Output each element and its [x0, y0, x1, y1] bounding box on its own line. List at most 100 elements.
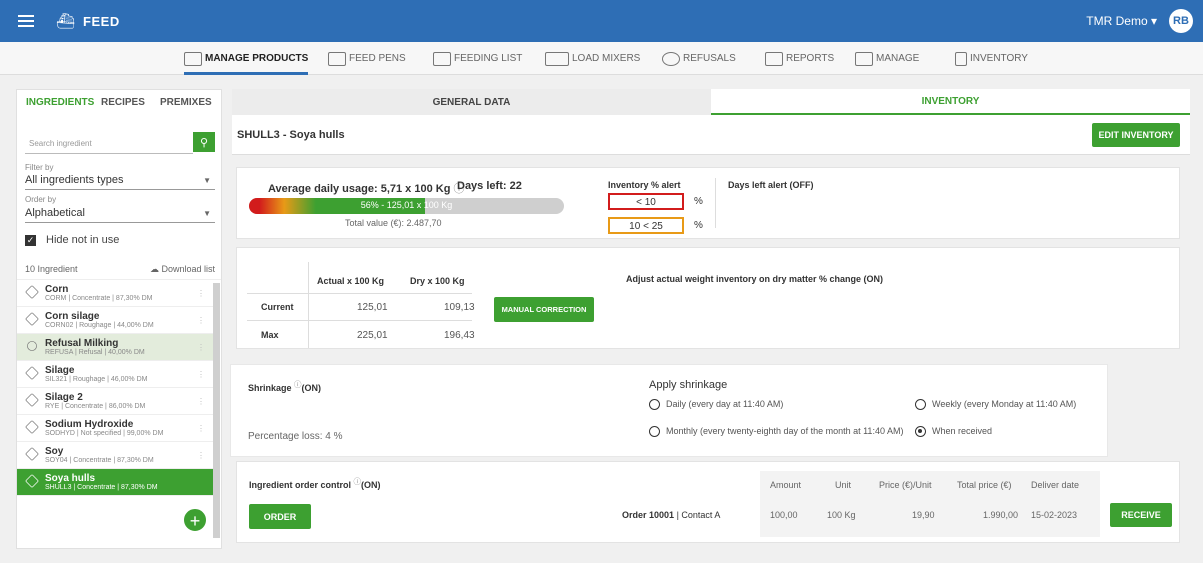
nav-label: LOAD MIXERS — [572, 53, 641, 64]
user-menu[interactable]: TMR Demo ▾ — [1086, 14, 1157, 28]
order-id: Order 10001 | Contact A — [622, 510, 720, 520]
hide-not-in-use-checkbox[interactable]: ✓ Hide not in use — [25, 234, 119, 246]
shrinkage-state: (ON) — [301, 383, 322, 393]
manual-correction-button[interactable]: MANUAL CORRECTION — [494, 297, 594, 322]
list-item-selected[interactable]: Soya hulls SHULL3 | Concentrate | 87,30% … — [17, 469, 213, 496]
list-item[interactable]: Silage SIL321 | Roughage | 46,00% DM ⋮ — [17, 361, 213, 388]
nav-inventory[interactable]: INVENTORY — [955, 42, 1028, 75]
apply-shrinkage-label: Apply shrinkage — [649, 379, 728, 391]
more-icon[interactable]: ⋮ — [197, 451, 205, 460]
adjust-dry-matter-text: Adjust actual weight inventory on dry ma… — [626, 274, 884, 284]
menu-icon[interactable] — [18, 15, 34, 27]
nav-label: INVENTORY — [970, 53, 1028, 64]
products-icon — [184, 51, 202, 66]
radio-icon — [915, 399, 926, 411]
list-item[interactable]: Refusal Milking REFUSA | Refusal | 40,00%… — [17, 334, 213, 361]
ingredient-icon — [25, 366, 39, 380]
item-sub: CORN02 | Roughage | 44,00% DM — [45, 322, 154, 329]
nav-feeding-list[interactable]: FEEDING LIST — [433, 42, 522, 75]
order-price: 19,90 — [912, 510, 935, 520]
filter-select[interactable]: All ingredients types ▼ — [25, 174, 215, 190]
main-tabs: GENERAL DATA INVENTORY — [232, 89, 1190, 115]
user-name: TMR Demo — [1086, 14, 1148, 28]
list-item[interactable]: Corn silage CORN02 | Roughage | 44,00% DM… — [17, 307, 213, 334]
alert-red-threshold: < 10 — [608, 193, 684, 210]
nav-feed-pens[interactable]: FEED PENS — [328, 42, 406, 75]
inventory-level-text: 56% - 125,01 x 100 Kg — [360, 200, 453, 210]
order-button[interactable]: ORDER — [249, 504, 311, 529]
nav-load-mixers[interactable]: LOAD MIXERS — [545, 42, 640, 75]
list-item[interactable]: Corn CORM | Concentrate | 87,30% DM ⋮ — [17, 280, 213, 307]
item-sub: SODHYD | Not specified | 99,00% DM — [45, 430, 164, 437]
list-item[interactable]: Sodium Hydroxide SODHYD | Not specified |… — [17, 415, 213, 442]
top-bar: ⛴ FEED TMR Demo ▾ RB — [0, 0, 1203, 42]
col-dry: Dry x 100 Kg — [410, 276, 465, 286]
list-item[interactable]: Silage 2 RYE | Concentrate | 86,00% DM ⋮ — [17, 388, 213, 415]
sidebar-scrollbar[interactable] — [213, 283, 220, 538]
more-icon[interactable]: ⋮ — [197, 343, 205, 352]
days-left-alert: Days left alert (OFF) — [728, 180, 814, 190]
more-icon[interactable]: ⋮ — [197, 370, 205, 379]
ingredient-count: 10 Ingredient — [25, 264, 78, 274]
order-control-state: (ON) — [361, 480, 381, 490]
hide-label: Hide not in use — [46, 234, 120, 246]
tab-ingredients[interactable]: INGREDIENTS — [26, 97, 94, 108]
list-item[interactable]: Soy SOY04 | Concentrate | 87,30% DM ⋮ — [17, 442, 213, 469]
order-date: 15-02-2023 — [1031, 510, 1078, 520]
tab-general-data[interactable]: GENERAL DATA — [232, 89, 711, 115]
ingredient-icon — [25, 312, 39, 326]
divider — [247, 293, 472, 294]
more-icon[interactable]: ⋮ — [197, 289, 205, 298]
radio-daily[interactable]: Daily (every day at 11:40 AM) — [649, 399, 783, 411]
ingredient-list: Corn CORM | Concentrate | 87,30% DM ⋮ Corn… — [17, 280, 213, 496]
nav-refusals[interactable]: REFUSALS — [662, 42, 736, 75]
avatar[interactable]: RB — [1169, 9, 1193, 33]
ingredient-icon — [25, 447, 39, 461]
nav-label: FEEDING LIST — [454, 53, 523, 64]
max-actual: 225,01 — [357, 330, 388, 341]
more-icon[interactable]: ⋮ — [197, 316, 205, 325]
add-ingredient-button[interactable]: + — [182, 507, 208, 533]
current-actual: 125,01 — [357, 302, 388, 313]
download-list-link[interactable]: ☁ Download list — [150, 264, 215, 275]
order-number: Order 10001 — [622, 510, 675, 520]
order-col-date: Deliver date — [1031, 480, 1080, 490]
ingredient-icon — [25, 393, 39, 407]
shrinkage-card: Shrinkage ⓘ(ON) Percentage loss: 4 % App… — [231, 365, 1107, 456]
item-sub: SOY04 | Concentrate | 87,30% DM — [45, 457, 154, 464]
receive-button[interactable]: RECEIVE — [1110, 503, 1172, 527]
radio-selected-icon — [915, 426, 926, 438]
current-dry: 109,13 — [444, 302, 475, 313]
item-sub: CORM | Concentrate | 87,30% DM — [45, 295, 153, 302]
chevron-down-icon: ▾ — [1150, 14, 1157, 28]
search-input[interactable]: Search ingredient — [25, 132, 193, 154]
max-dry: 196,43 — [444, 330, 475, 341]
radio-when-received[interactable]: When received — [915, 426, 992, 438]
nav-manage-products[interactable]: MANAGE PRODUCTS — [184, 42, 309, 75]
edit-inventory-button[interactable]: EDIT INVENTORY — [1092, 123, 1180, 147]
more-icon[interactable]: ⋮ — [197, 397, 205, 406]
order-select[interactable]: Alphabetical ▼ — [25, 207, 215, 223]
item-name: Silage — [45, 365, 75, 376]
total-value: Total value (€): 2.487,70 — [345, 218, 442, 228]
search-icon[interactable]: ⚲ — [193, 132, 215, 152]
main-nav: MANAGE PRODUCTS FEED PENS FEEDING LIST L… — [0, 42, 1203, 75]
usage-card: Average daily usage: 5,71 x 100 Kg ⓘ Day… — [236, 167, 1180, 239]
order-col-unit: Unit — [835, 480, 852, 490]
tab-premixes[interactable]: PREMIXES — [160, 97, 212, 108]
order-control-card: Ingredient order control ⓘ(ON) ORDER Amo… — [236, 461, 1180, 543]
nav-manage[interactable]: MANAGE — [855, 42, 919, 75]
tab-recipes[interactable]: RECIPES — [101, 97, 145, 108]
feed-pens-icon — [328, 51, 346, 66]
nav-label: MANAGE PRODUCTS — [205, 53, 309, 64]
radio-monthly[interactable]: Monthly (every twenty-eighth day of the … — [649, 426, 903, 438]
refusals-icon — [662, 51, 680, 66]
nav-reports[interactable]: REPORTS — [765, 42, 834, 75]
inventory-table-card: Actual x 100 Kg Dry x 100 Kg Current 125… — [236, 247, 1180, 349]
order-col-total: Total price (€) — [957, 480, 1012, 490]
more-icon[interactable]: ⋮ — [197, 424, 205, 433]
pct-unit: % — [694, 220, 703, 231]
tab-inventory[interactable]: INVENTORY — [711, 89, 1190, 115]
radio-weekly[interactable]: Weekly (every Monday at 11:40 AM) — [915, 399, 1076, 411]
order-total: 1.990,00 — [983, 510, 1019, 520]
